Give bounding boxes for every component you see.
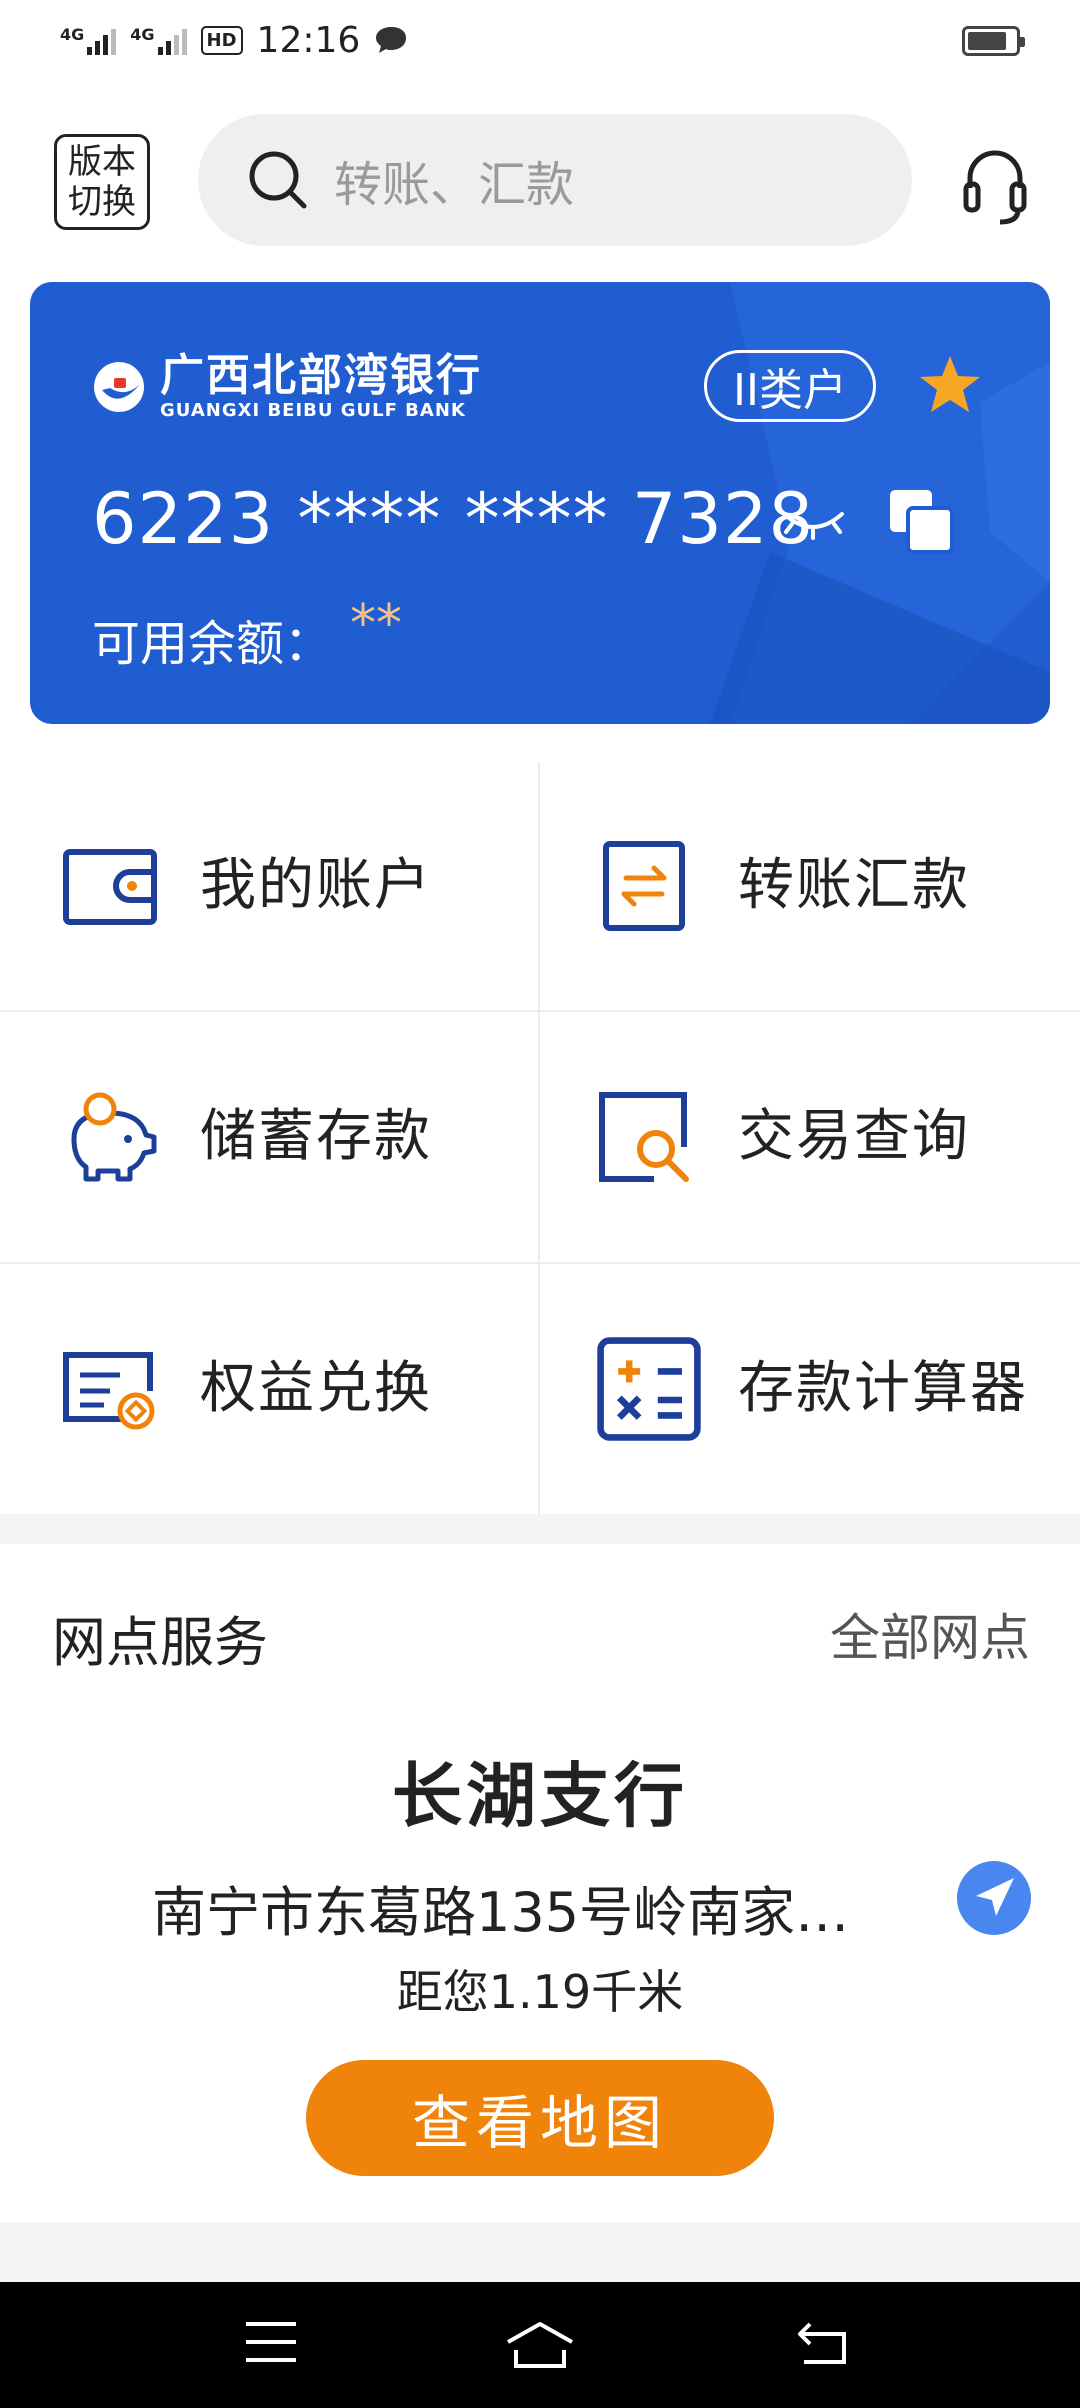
menu-savings-deposit[interactable]: 储蓄存款	[0, 1012, 540, 1264]
battery-icon	[962, 26, 1025, 56]
section-divider	[0, 1514, 1080, 1544]
system-nav-bar	[0, 2282, 1080, 2408]
rights-exchange-icon	[63, 1352, 155, 1430]
bank-logo-icon	[94, 362, 144, 412]
calculator-icon	[597, 1337, 701, 1441]
bank-name-en: GUANGXI BEIBU GULF BANK	[160, 400, 466, 421]
status-bar: 4G 4G HD 12:16	[0, 0, 1080, 80]
transfer-icon	[603, 841, 685, 931]
balance-label: 可用余额：	[92, 616, 333, 672]
signal-icon-2: 4G	[130, 25, 187, 55]
balance-value: **	[350, 594, 403, 654]
menu-icon[interactable]	[244, 2320, 298, 2364]
menu-label: 储蓄存款	[200, 1104, 432, 1169]
branch-name: 长湖支行	[392, 1755, 688, 1837]
menu-rights-exchange[interactable]: 权益兑换	[0, 1264, 540, 1514]
version-switch-button[interactable]: 版本切换	[54, 134, 150, 230]
branch-distance: 距您1.19千米	[396, 1965, 684, 2019]
menu-transaction-query[interactable]: 交易查询	[540, 1012, 1080, 1264]
search-bar[interactable]: 转账、汇款	[198, 114, 912, 246]
signal-icon: 4G	[60, 25, 117, 55]
wallet-icon	[63, 849, 157, 925]
view-map-button[interactable]: 查看地图	[306, 2060, 774, 2176]
star-icon[interactable]	[918, 352, 982, 416]
piggy-bank-icon	[71, 1092, 157, 1182]
message-icon	[376, 27, 407, 53]
menu-my-account[interactable]: 我的账户	[0, 762, 540, 1012]
menu-deposit-calculator[interactable]: 存款计算器	[540, 1264, 1080, 1514]
menu-label: 转账汇款	[738, 853, 970, 918]
eye-closed-icon[interactable]	[778, 502, 848, 542]
bank-card[interactable]: 广西北部湾银行 GUANGXI BEIBU GULF BANK II类户 622…	[30, 282, 1050, 724]
all-branches-link[interactable]: 全部网点	[830, 1598, 1030, 1670]
header: 版本切换 转账、汇款	[0, 110, 1080, 250]
menu-label: 存款计算器	[738, 1356, 1028, 1421]
card-number: 6223 **** **** 7328	[92, 478, 815, 560]
transaction-search-icon	[599, 1092, 689, 1182]
menu-label: 权益兑换	[200, 1356, 432, 1421]
menu-label: 我的账户	[200, 853, 432, 918]
account-type-badge: II类户	[704, 350, 876, 422]
bank-logo: 广西北部湾银行 GUANGXI BEIBU GULF BANK	[92, 352, 482, 422]
branch-section-title: 网点服务	[52, 1611, 268, 1674]
bottom-divider	[0, 2222, 1080, 2282]
status-time: 12:16	[256, 19, 361, 61]
copy-icon[interactable]	[886, 486, 956, 556]
hd-badge: HD	[200, 25, 243, 55]
balance-row: 可用余额： **	[92, 594, 403, 674]
branch-address: 南宁市东葛路135号岭南家…	[152, 1881, 850, 1944]
navigation-icon[interactable]	[956, 1860, 1032, 1936]
customer-service-icon[interactable]	[962, 148, 1028, 228]
menu-transfer[interactable]: 转账汇款	[540, 762, 1080, 1012]
function-grid: 我的账户 转账汇款 储蓄存款 交易查询 权益兑换 存款计算器	[0, 762, 1080, 1514]
search-icon	[249, 151, 307, 209]
back-icon[interactable]	[796, 2320, 850, 2366]
bank-name-cn: 广西北部湾银行	[160, 350, 482, 401]
menu-label: 交易查询	[738, 1104, 970, 1169]
home-icon[interactable]	[504, 2320, 576, 2370]
search-placeholder: 转账、汇款	[334, 157, 575, 213]
